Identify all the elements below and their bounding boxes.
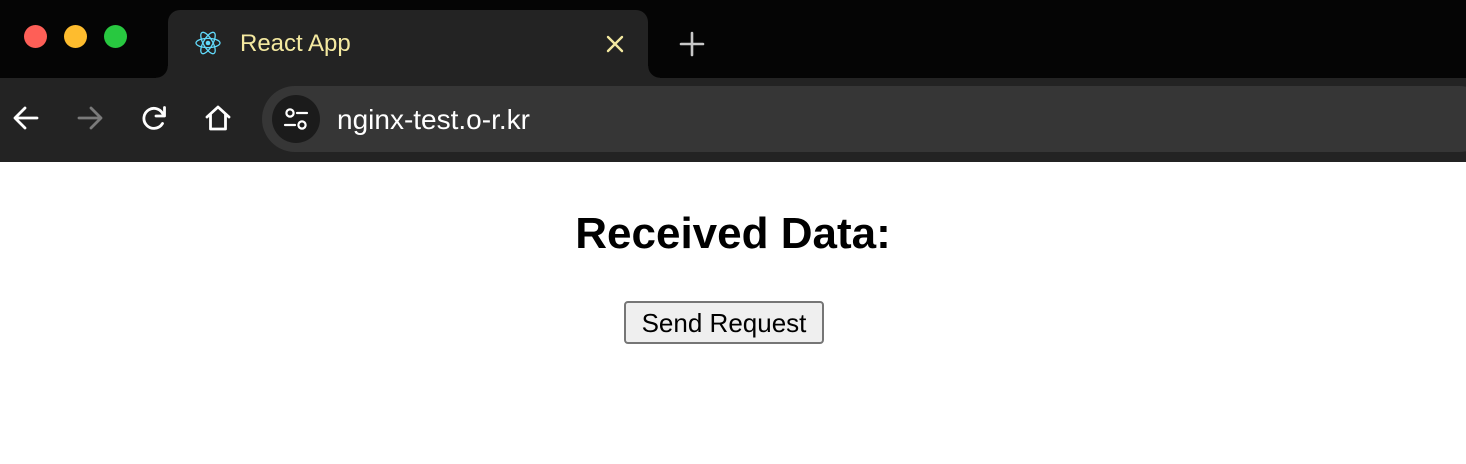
- back-arrow-icon[interactable]: [11, 103, 41, 133]
- tab-strip: React App: [0, 0, 1466, 78]
- send-request-button[interactable]: Send Request: [624, 301, 824, 344]
- page-content: Received Data: Send Request: [0, 164, 1466, 464]
- tab-react-app[interactable]: React App: [156, 10, 660, 78]
- zoom-window-button[interactable]: [104, 25, 127, 48]
- close-tab-icon[interactable]: [604, 33, 626, 55]
- minimize-window-button[interactable]: [64, 25, 87, 48]
- page-heading: Received Data:: [575, 209, 891, 258]
- browser-toolbar: nginx-test.o-r.kr: [0, 78, 1466, 242]
- home-icon[interactable]: [203, 103, 233, 133]
- forward-arrow-icon[interactable]: [75, 103, 105, 133]
- reload-icon[interactable]: [139, 103, 169, 133]
- close-window-button[interactable]: [24, 25, 47, 48]
- address-bar[interactable]: nginx-test.o-r.kr: [262, 86, 1466, 152]
- react-icon: [195, 31, 221, 55]
- plus-icon[interactable]: [679, 31, 705, 57]
- tab-title: React App: [240, 30, 351, 57]
- tune-icon: [283, 108, 309, 130]
- site-info-button[interactable]: [272, 95, 320, 143]
- url-text[interactable]: nginx-test.o-r.kr: [337, 104, 530, 136]
